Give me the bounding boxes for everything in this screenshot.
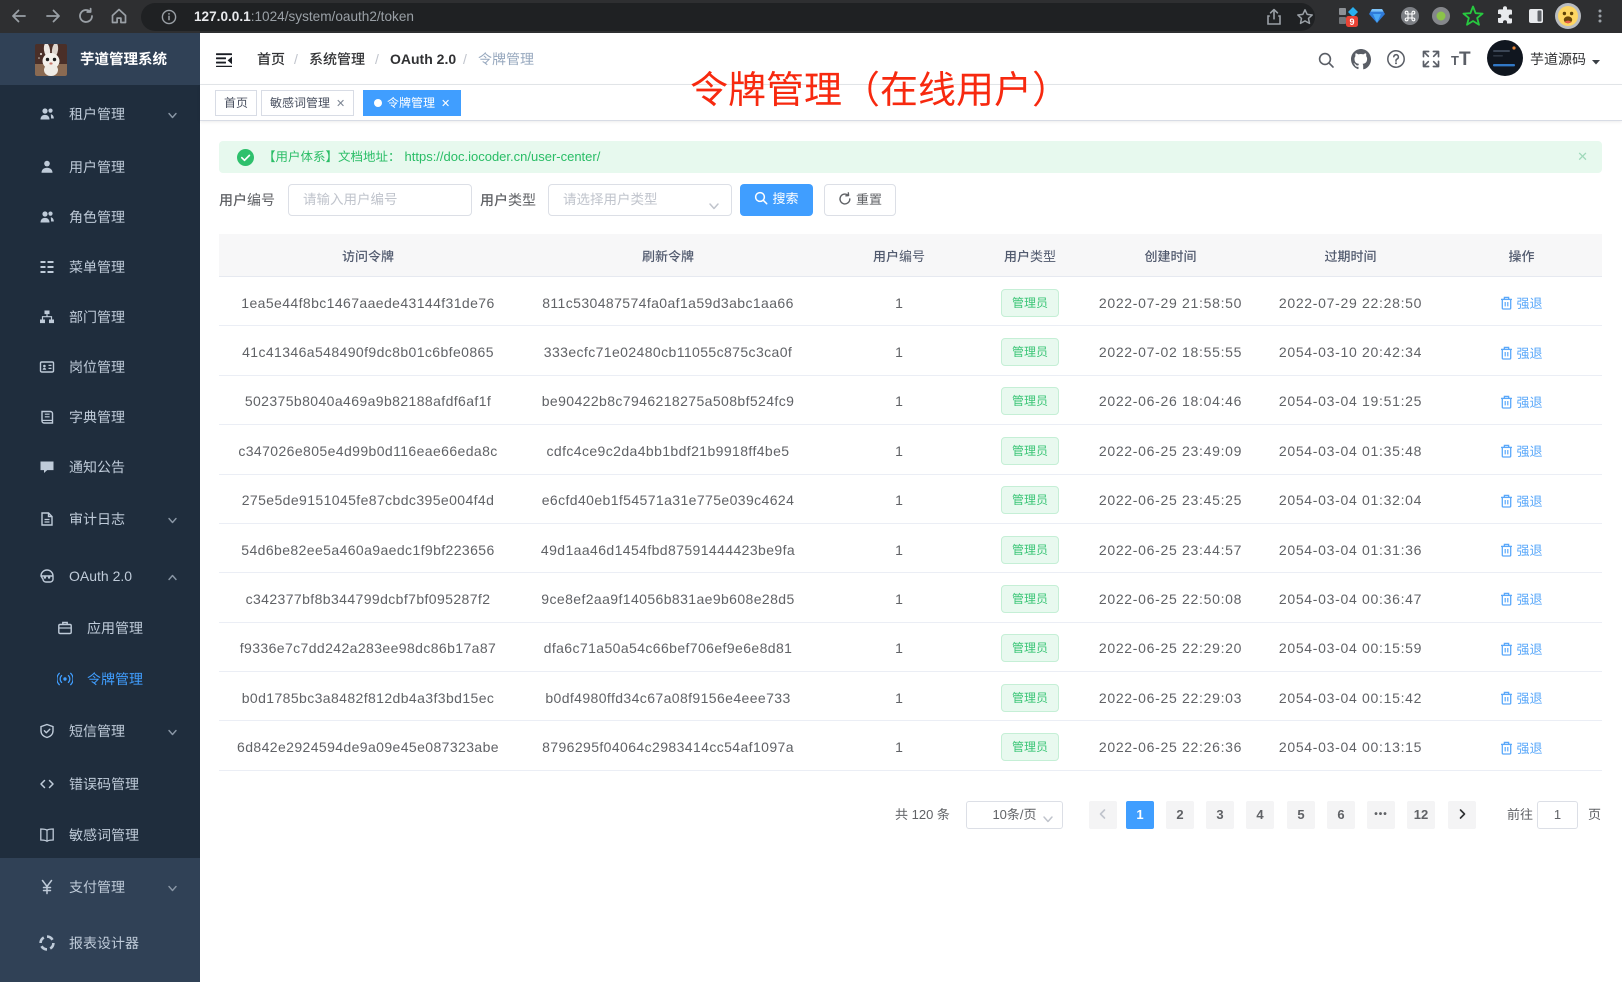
svg-text:9: 9 [1349, 17, 1354, 27]
svg-text:T: T [1451, 53, 1459, 68]
svg-text:T: T [1459, 49, 1471, 69]
